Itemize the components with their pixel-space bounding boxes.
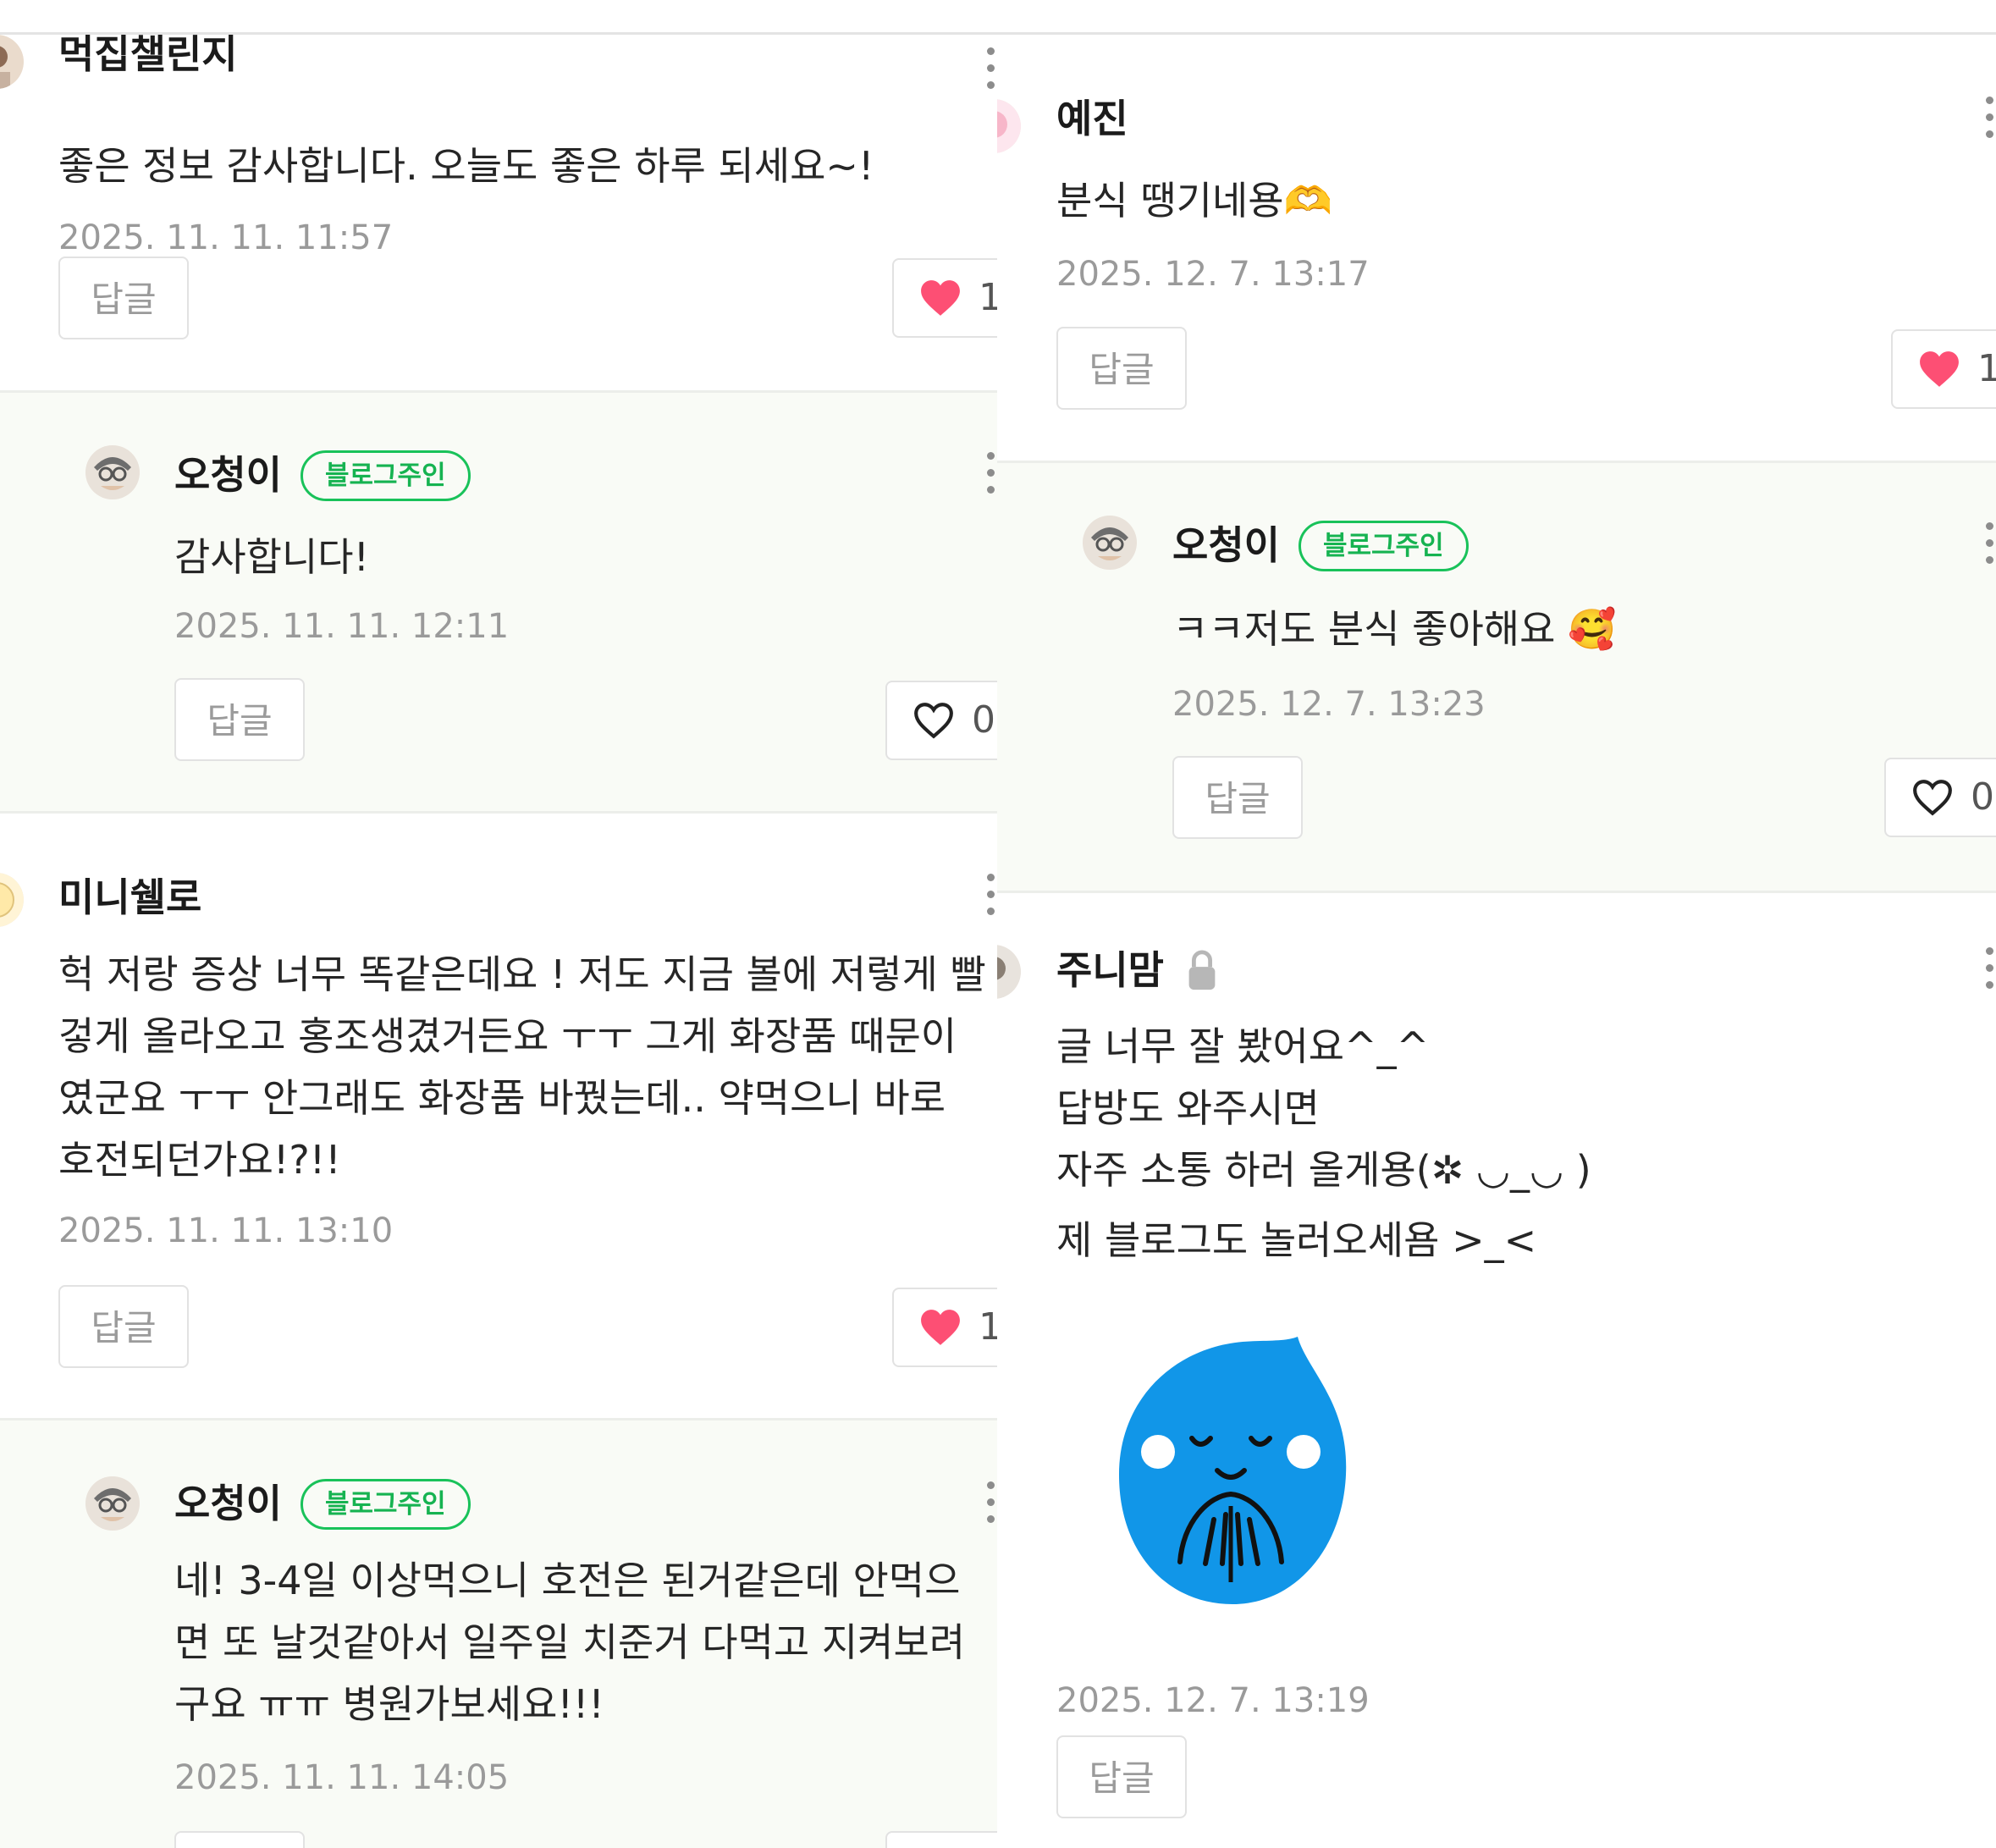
like-count: 1 — [1977, 347, 1996, 390]
heart-filled-icon — [1920, 351, 1959, 387]
comment-line: 겋게 올라오고 홍조생겼거든요 ㅜㅜ 그게 화장품 때문이 — [58, 1013, 957, 1059]
comment-author[interactable]: 먹집챌린지 — [58, 35, 238, 74]
avatar[interactable] — [997, 99, 1021, 153]
reply-button[interactable]: 답글 — [1056, 1735, 1187, 1818]
reply-button[interactable]: 답글 — [174, 1831, 305, 1848]
lock-icon — [1188, 950, 1216, 990]
comment-item: 예진 분식 땡기네용🫶 2025. 12. 7. 13:17 답글 1 — [997, 35, 1996, 461]
reply-button[interactable]: 답글 — [1056, 327, 1187, 410]
like-count: 1 — [979, 276, 997, 319]
heart-outline-icon — [914, 703, 953, 739]
reply-button[interactable]: 답글 — [58, 1285, 189, 1368]
more-icon[interactable] — [987, 874, 995, 924]
like-count: 1 — [979, 1305, 997, 1349]
comment-date: 2025. 11. 11. 14:05 — [174, 1758, 510, 1797]
comment-date: 2025. 11. 11. 11:57 — [58, 218, 394, 257]
like-button[interactable]: 0 — [885, 681, 997, 760]
comment-author[interactable]: 오청이 — [1172, 526, 1280, 565]
comment-date: 2025. 12. 7. 13:19 — [1056, 1681, 1370, 1720]
blog-owner-badge: 블로그주인 — [1299, 521, 1469, 571]
like-count: 0 — [1971, 775, 1994, 819]
heart-filled-icon — [921, 280, 960, 316]
more-icon[interactable] — [987, 47, 995, 98]
more-icon[interactable] — [987, 452, 995, 503]
comment-line: 구요 ㅠㅠ 병원가보세요!!! — [174, 1681, 604, 1727]
avatar[interactable] — [0, 35, 24, 89]
comment-line: 자주 소통 하러 올게용(✲ ◡_◡ ) — [1056, 1147, 1591, 1193]
comment-text: 좋은 정보 감사합니다. 오늘도 좋은 하루 되세요~! — [58, 143, 874, 189]
heart-filled-icon — [921, 1310, 960, 1345]
comment-date: 2025. 12. 7. 13:23 — [1172, 685, 1486, 724]
reply-item: 오청이 블로그주인 감사합니다! 2025. 11. 11. 12:11 답글 … — [0, 390, 997, 814]
avatar[interactable] — [0, 873, 24, 927]
comment-author[interactable]: 오청이 — [174, 1484, 282, 1523]
more-icon[interactable] — [1986, 97, 1994, 147]
more-icon[interactable] — [1986, 522, 1994, 573]
reply-item: 오청이 블로그주인 네! 3-4일 이상먹으니 호전은 된거같은데 안먹으 면 … — [0, 1418, 997, 1848]
comment-text: ㅋㅋ저도 분식 좋아해요 🥰 — [1172, 606, 1617, 652]
comment-text: 분식 땡기네용🫶 — [1056, 178, 1332, 223]
blog-owner-badge: 블로그주인 — [301, 1479, 471, 1530]
like-button[interactable]: 1 — [1891, 329, 1996, 409]
comment-author[interactable]: 미니쉘로 — [58, 878, 201, 917]
comment-item: 주니맘 글 너무 잘 봤어요^_^ 답방도 와주시면 자주 소통 하러 올게용(… — [997, 888, 1996, 1848]
reply-button[interactable]: 답글 — [58, 257, 189, 339]
comment-line: 답방도 와주시면 — [1056, 1085, 1320, 1131]
avatar[interactable] — [1083, 516, 1137, 570]
left-comment-column: 먹집챌린지 좋은 정보 감사합니다. 오늘도 좋은 하루 되세요~! 2025.… — [0, 0, 997, 1848]
comment-line: 였군요 ㅜㅜ 안그래도 화장품 바꿨는데.. 약먹으니 바로 — [58, 1075, 946, 1121]
comment-date: 2025. 11. 11. 12:11 — [174, 607, 510, 646]
comment-line: 면 또 날것같아서 일주일 치준거 다먹고 지켜보려 — [174, 1619, 966, 1665]
comment-line: 네! 3-4일 이상먹으니 호전은 된거같은데 안먹으 — [174, 1558, 961, 1603]
like-button[interactable]: 1 — [892, 1288, 997, 1367]
like-count: 0 — [972, 698, 995, 742]
reply-button[interactable]: 답글 — [174, 678, 305, 761]
comment-author[interactable]: 오청이 — [174, 455, 282, 494]
avatar[interactable] — [85, 1476, 140, 1531]
avatar[interactable] — [85, 445, 140, 499]
reply-item: 오청이 블로그주인 ㅋㅋ저도 분식 좋아해요 🥰 2025. 12. 7. 13… — [997, 461, 1996, 893]
comment-line: 호전되던가요!?!! — [58, 1137, 341, 1183]
comment-line: 제 블로그도 놀러오세욤 >_< — [1056, 1217, 1537, 1263]
comment-line: 글 너무 잘 봤어요^_^ — [1056, 1023, 1430, 1069]
reply-button[interactable]: 답글 — [1172, 756, 1303, 839]
comment-author[interactable]: 예진 — [1056, 99, 1128, 138]
avatar[interactable] — [997, 945, 1021, 999]
comment-text: 감사합니다! — [174, 534, 370, 580]
blog-owner-badge: 블로그주인 — [301, 450, 471, 501]
more-icon[interactable] — [987, 1481, 995, 1532]
like-button[interactable]: 0 — [1884, 758, 1996, 837]
heart-outline-icon — [1913, 780, 1952, 816]
like-button[interactable] — [885, 1831, 997, 1848]
comment-author[interactable]: 주니맘 — [1056, 951, 1164, 990]
right-comment-column: 예진 분식 땡기네용🫶 2025. 12. 7. 13:17 답글 1 오청이 … — [997, 0, 1996, 1848]
comment-item: 미니쉘로 헉 저랑 증상 너무 똑같은데요 ! 저도 지금 볼에 저렇게 빨 겋… — [0, 808, 997, 1418]
more-icon[interactable] — [1986, 947, 1994, 998]
like-button[interactable]: 1 — [892, 258, 997, 338]
comment-line: 헉 저랑 증상 너무 똑같은데요 ! 저도 지금 볼에 저렇게 빨 — [58, 952, 986, 997]
comment-date: 2025. 12. 7. 13:17 — [1056, 255, 1370, 294]
comment-date: 2025. 11. 11. 13:10 — [58, 1211, 394, 1250]
sticker-praying-drop[interactable] — [1116, 1335, 1349, 1614]
comment-item: 먹집챌린지 좋은 정보 감사합니다. 오늘도 좋은 하루 되세요~! 2025.… — [0, 35, 997, 390]
